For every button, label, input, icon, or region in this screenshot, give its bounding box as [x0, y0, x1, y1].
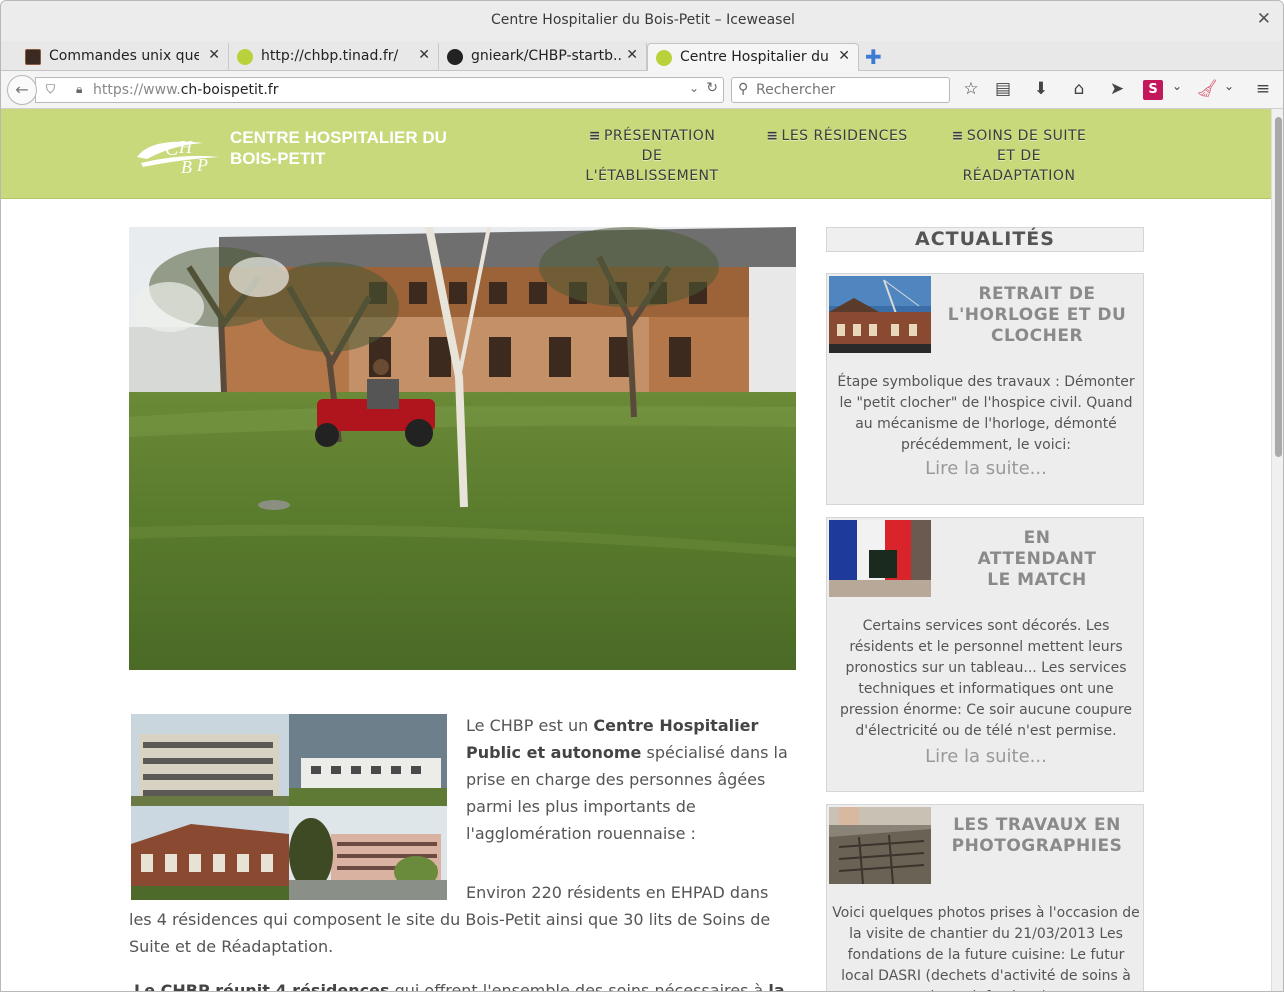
svg-text:C: C [165, 138, 179, 160]
read-more-link[interactable]: Lire la suite... [827, 746, 1145, 767]
lock-icon[interactable]: 🔒︎ [76, 82, 82, 97]
tab-centre-hospitalier[interactable]: Centre Hospitalier du... ✕ [647, 43, 859, 71]
search-bar[interactable]: ⚲ [731, 77, 950, 103]
tab-bar: Commandes unix que... ✕ http://chbp.tina… [1, 41, 1283, 71]
svg-text:H: H [178, 137, 193, 157]
tab-close-icon[interactable]: ✕ [208, 47, 220, 63]
hero-photo-lawn-mowing [129, 227, 796, 670]
news-body: Certains services sont décorés. Les rési… [839, 618, 1132, 739]
url-bar[interactable]: ⛉ 🔒︎ https://www.ch-boispetit.fr ⌄ ↻ [35, 77, 724, 103]
window-close-button[interactable]: ✕ [1257, 9, 1271, 29]
news-body: Étape symbolique des travaux : Démonter … [837, 374, 1135, 453]
menu-bars-icon: ≡ [766, 128, 779, 144]
page-scrollbar[interactable] [1271, 109, 1283, 991]
hamburger-menu-icon[interactable]: ≡ [1251, 79, 1275, 101]
menu-residences[interactable]: ≡ LES RÉSIDENCES [761, 126, 913, 146]
home-icon[interactable]: ⌂ [1067, 79, 1091, 101]
tab-label: gnieark/CHBP-startb... [471, 48, 621, 64]
svg-text:B: B [181, 157, 192, 175]
addon-dropdown-icon[interactable]: ⌄ [1217, 79, 1241, 101]
url-text[interactable]: https://www.ch-boispetit.fr [93, 82, 278, 98]
reload-icon[interactable]: ↻ [706, 80, 718, 96]
browser-window: Centre Hospitalier du Bois-Petit – Icewe… [0, 0, 1284, 992]
back-button[interactable]: ← [7, 75, 37, 105]
menu-bars-icon: ≡ [588, 128, 601, 144]
new-tab-button[interactable]: ✚ [865, 45, 882, 69]
site-favicon-icon [237, 49, 253, 65]
github-favicon-icon [447, 49, 463, 65]
news-title[interactable]: RETRAIT DE L'HORLOGE ET DU CLOCHER [937, 284, 1137, 347]
navigation-toolbar: ⛉ 🔒︎ https://www.ch-boispetit.fr ⌄ ↻ ← ⚲… [1, 71, 1283, 109]
tab-label: http://chbp.tinad.fr/ [261, 48, 399, 64]
site-favicon-icon [656, 50, 672, 66]
french-flag-thumbnail[interactable] [829, 520, 931, 597]
terminal-favicon-icon [25, 49, 41, 65]
search-icon: ⚲ [738, 81, 749, 97]
menu-presentation[interactable]: ≡ PRÉSENTATION DE L'ÉTABLISSEMENT [581, 126, 723, 186]
news-body: Voici quelques photos prises à l'occasio… [832, 905, 1140, 991]
tab-chbp-tinad[interactable]: http://chbp.tinad.fr/ ✕ [229, 43, 439, 71]
read-more-link[interactable]: Lire la suite... [827, 458, 1145, 479]
residences-paragraph: Le CHBP réunit 4 résidences qui offrent … [134, 981, 785, 992]
reading-list-icon[interactable]: ▤ [991, 79, 1015, 101]
url-dropdown-icon[interactable]: ⌄ [689, 81, 699, 95]
news-title[interactable]: LES TRAVAUX EN PHOTOGRAPHIES [937, 815, 1137, 857]
tab-github[interactable]: gnieark/CHBP-startb... ✕ [439, 43, 647, 71]
chbp-logo[interactable]: C H B P [133, 129, 228, 175]
tab-unix-commands[interactable]: Commandes unix que... ✕ [17, 43, 229, 71]
tab-close-icon[interactable]: ✕ [838, 48, 850, 64]
window-title: Centre Hospitalier du Bois-Petit – Icewe… [491, 12, 795, 28]
addon-dropdown-icon[interactable]: ⌄ [1165, 79, 1189, 101]
search-input[interactable] [756, 81, 941, 99]
send-icon[interactable]: ➤ [1105, 79, 1129, 101]
download-icon[interactable]: ⬇ [1029, 79, 1053, 101]
identity-shield-icon[interactable]: ⛉ [46, 82, 55, 97]
construction-site-thumbnail[interactable] [829, 807, 931, 884]
svg-text:P: P [196, 155, 208, 175]
residents-paragraph: Environ 220 résidents en EHPAD dans les … [129, 883, 771, 956]
cleaner-icon[interactable]: 🧹︎ [1195, 79, 1219, 101]
bookmark-star-icon[interactable]: ☆ [959, 79, 983, 101]
title-bar: Centre Hospitalier du Bois-Petit – Icewe… [1, 1, 1283, 41]
news-item[interactable]: EN ATTENDANT LE MATCH Certains services … [826, 517, 1144, 792]
tab-label: Centre Hospitalier du... [680, 49, 830, 65]
news-section-title: ACTUALITÉS [826, 227, 1144, 252]
news-title[interactable]: EN ATTENDANT LE MATCH [937, 528, 1137, 591]
site-header: C H B P CENTRE HOSPITALIER DU BOIS-PETIT… [1, 109, 1271, 199]
tab-label: Commandes unix que... [49, 48, 199, 64]
site-name[interactable]: CENTRE HOSPITALIER DU BOIS-PETIT [230, 127, 500, 169]
menu-bars-icon: ≡ [951, 128, 964, 144]
scrollbar-thumb[interactable] [1275, 117, 1282, 457]
intro-paragraph: Le CHBP est un Centre Hospitalier Public… [466, 716, 788, 843]
tab-close-icon[interactable]: ✕ [626, 47, 638, 63]
news-item[interactable]: RETRAIT DE L'HORLOGE ET DU CLOCHER Étape… [826, 273, 1144, 505]
tab-close-icon[interactable]: ✕ [418, 47, 430, 63]
addon-s-icon[interactable]: S [1143, 80, 1163, 100]
news-item[interactable]: LES TRAVAUX EN PHOTOGRAPHIES Voici quelq… [826, 804, 1144, 991]
web-page: C H B P CENTRE HOSPITALIER DU BOIS-PETIT… [1, 109, 1271, 992]
residences-collage-photo [131, 714, 447, 900]
clock-tower-thumbnail[interactable] [829, 276, 931, 353]
menu-soins-de-suite[interactable]: ≡ SOINS DE SUITE ET DE RÉADAPTATION [945, 126, 1093, 186]
